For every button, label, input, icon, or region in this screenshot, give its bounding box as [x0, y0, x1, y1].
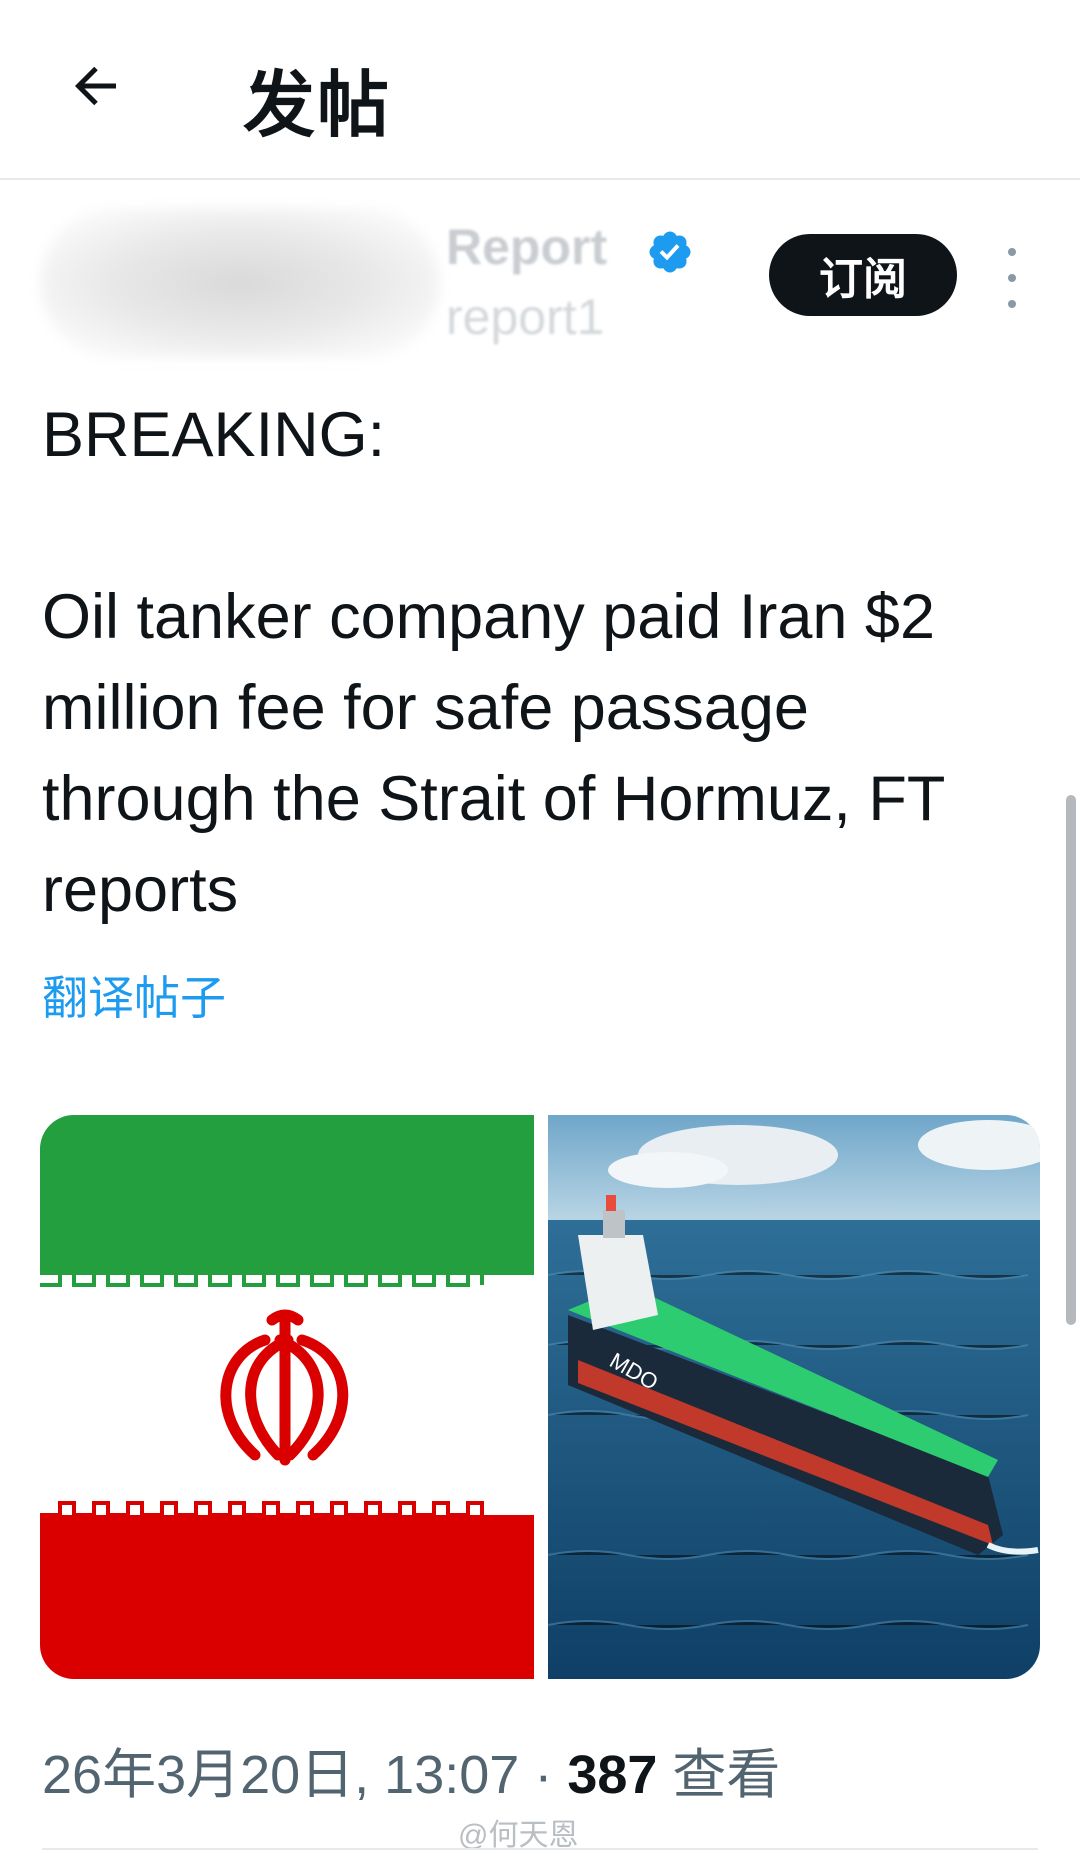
views-count: 387	[567, 1745, 658, 1805]
more-options-button[interactable]	[990, 248, 1034, 308]
arrow-left-icon	[74, 66, 116, 106]
author-handle[interactable]: report1	[446, 288, 604, 346]
translate-post-link[interactable]: 翻译帖子	[42, 962, 226, 1028]
post-text-line2: Oil tanker company paid Iran $2 million …	[42, 582, 945, 925]
more-vertical-icon	[1008, 248, 1016, 256]
verified-badge-icon	[649, 231, 691, 273]
post-author: Report report1 订阅	[0, 200, 1080, 370]
avatar[interactable]	[40, 208, 440, 358]
meta-separator: ·	[519, 1745, 568, 1805]
views-label: 查看	[657, 1745, 781, 1805]
author-display-name[interactable]: Report	[446, 218, 607, 276]
divider	[42, 1848, 1038, 1850]
post-media: MDO	[40, 1115, 1040, 1679]
post-timestamp[interactable]: 26年3月20日, 13:07	[42, 1745, 519, 1805]
subscribe-button[interactable]: 订阅	[769, 234, 957, 316]
back-button[interactable]	[58, 48, 134, 124]
iran-flag-image[interactable]	[40, 1115, 534, 1679]
post-text: BREAKING: Oil tanker company paid Iran $…	[42, 390, 1032, 936]
oil-tanker-image[interactable]: MDO	[548, 1115, 1040, 1679]
post-meta: 26年3月20日, 13:07 · 387 查看	[42, 1730, 780, 1809]
top-bar: 发帖	[0, 0, 1080, 180]
post-text-line1: BREAKING:	[42, 400, 386, 470]
scrollbar[interactable]	[1066, 795, 1076, 1325]
page-title: 发帖	[243, 66, 392, 146]
